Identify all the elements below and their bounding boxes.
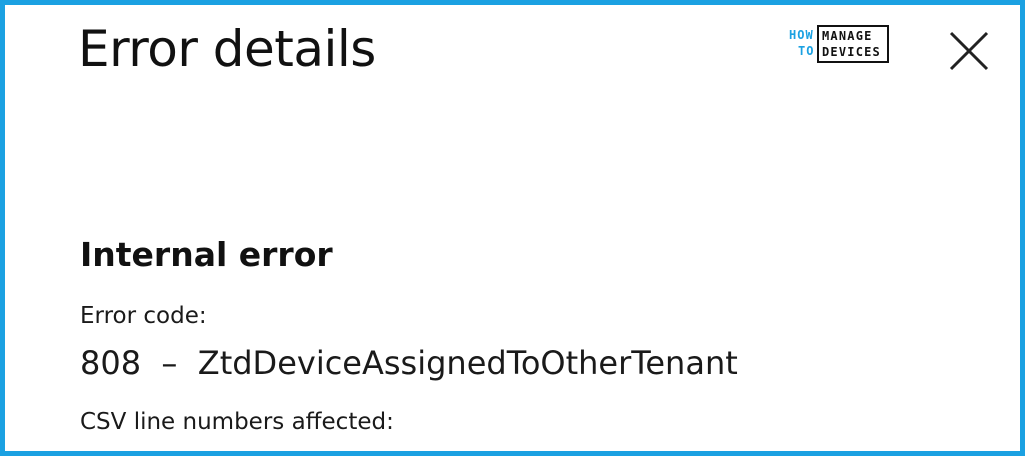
error-heading: Internal error [80, 235, 333, 274]
csv-lines-label: CSV line numbers affected: [80, 409, 394, 435]
how-to-manage-devices-logo: HOW TO MANAGE DEVICES [789, 25, 891, 63]
error-code-separator: – [161, 344, 178, 382]
logo-how-text: HOW [789, 28, 814, 42]
logo-devices-text: DEVICES [822, 45, 881, 59]
error-code-value: 808 – ZtdDeviceAssignedToOtherTenant [80, 341, 738, 385]
error-code-name: ZtdDeviceAssignedToOtherTenant [197, 344, 738, 382]
close-icon [949, 31, 989, 71]
logo-box: MANAGE DEVICES [817, 25, 889, 63]
error-code-number: 808 [80, 344, 142, 382]
panel-title: Error details [78, 20, 376, 78]
logo-to-text: TO [798, 44, 815, 58]
error-details-panel: Error details HOW TO MANAGE DEVICES Inte… [0, 0, 1025, 456]
close-button[interactable] [945, 27, 993, 75]
logo-manage-text: MANAGE [822, 29, 873, 43]
error-code-label: Error code: [80, 303, 207, 329]
